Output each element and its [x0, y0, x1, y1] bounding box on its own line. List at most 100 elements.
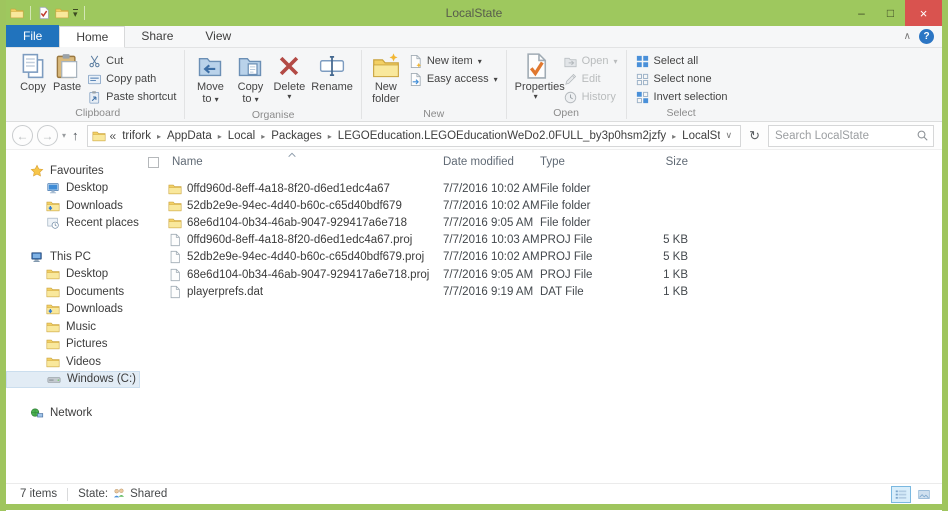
- new-folder-button[interactable]: New folder: [367, 50, 405, 107]
- table-row[interactable]: playerprefs.dat 7/7/2016 9:19 AM DAT Fil…: [140, 283, 942, 300]
- select-none-button[interactable]: Select none: [632, 70, 731, 88]
- tab-file[interactable]: File: [6, 25, 59, 47]
- sidebar-item[interactable]: Music: [6, 318, 140, 336]
- tab-home[interactable]: Home: [59, 26, 125, 48]
- forward-button[interactable]: →: [37, 125, 58, 146]
- sidebar-item-icon: [46, 267, 60, 281]
- column-header-name[interactable]: Name: [159, 156, 443, 168]
- maximize-button[interactable]: □: [876, 0, 905, 26]
- item-count: 7 items: [20, 488, 57, 500]
- file-size: 5 KB: [642, 234, 688, 246]
- sidebar-item[interactable]: Desktop: [6, 266, 140, 284]
- delete-button[interactable]: Delete ▾: [270, 50, 308, 102]
- large-icons-view-button[interactable]: [914, 486, 934, 503]
- dropdown-arrow-icon: ▾: [478, 57, 482, 66]
- column-header-size[interactable]: Size: [642, 156, 688, 168]
- new-folder-shortcut-icon[interactable]: [55, 6, 69, 20]
- copy-button[interactable]: Copy: [16, 50, 50, 95]
- back-button[interactable]: ←: [12, 125, 33, 146]
- ribbon-divider: [184, 50, 185, 119]
- edit-button: Edit: [560, 70, 621, 88]
- sidebar-item-icon: [46, 199, 60, 213]
- table-row[interactable]: 68e6d104-0b34-46ab-9047-929417a6e718.pro…: [140, 266, 942, 283]
- sidebar-item[interactable]: Desktop: [6, 180, 140, 198]
- move-to-button[interactable]: Move to ▾: [190, 50, 230, 108]
- refresh-icon[interactable]: ↻: [749, 128, 760, 144]
- sidebar-item[interactable]: Downloads: [6, 197, 140, 215]
- cut-button[interactable]: Cut: [84, 52, 179, 70]
- sidebar-item[interactable]: Pictures: [6, 336, 140, 354]
- breadcrumb-segment[interactable]: LEGOEducation.LEGOEducationWeDo2.0FULL_b…: [336, 130, 680, 142]
- properties-button[interactable]: Properties ▾: [512, 50, 560, 102]
- sidebar-group-this-pc[interactable]: This PC: [6, 248, 140, 266]
- rename-button[interactable]: Rename: [308, 50, 356, 95]
- file-type-icon: [168, 250, 182, 264]
- copy-path-icon: [87, 72, 102, 87]
- minimize-button[interactable]: –: [847, 0, 876, 26]
- status-bar: 7 items State: Shared: [6, 483, 942, 504]
- copy-path-button[interactable]: Copy path: [84, 70, 179, 88]
- paste-shortcut-button[interactable]: Paste shortcut: [84, 88, 179, 106]
- sidebar-item[interactable]: Recent places: [6, 215, 140, 233]
- properties-shortcut-icon[interactable]: [37, 6, 51, 20]
- table-row[interactable]: 0ffd960d-8eff-4a18-8f20-d6ed1edc4a67.pro…: [140, 232, 942, 249]
- network-icon: [30, 406, 44, 420]
- paste-button[interactable]: Paste: [50, 50, 84, 95]
- sidebar-group-network[interactable]: Network: [6, 404, 140, 422]
- breadcrumb-segment[interactable]: Local: [226, 130, 270, 142]
- invert-selection-button[interactable]: Invert selection: [632, 88, 731, 106]
- this-pc-items: Desktop Documents Downloads Musi: [6, 266, 140, 389]
- window-title: LocalState: [6, 6, 942, 20]
- ribbon-group-select: Select all Select none Invert selection …: [628, 48, 735, 121]
- new-item-icon: [408, 54, 423, 69]
- view-switcher: [891, 486, 934, 503]
- sidebar-item-icon: [46, 320, 60, 334]
- column-header-date-modified[interactable]: Date modified: [443, 156, 540, 168]
- file-date-modified: 7/7/2016 10:02 AM: [443, 251, 540, 263]
- sidebar-group-favourites[interactable]: Favourites: [6, 162, 140, 180]
- breadcrumb-segment[interactable]: Packages: [269, 130, 336, 142]
- sidebar-item-icon: [46, 285, 60, 299]
- new-item-button[interactable]: New item ▾: [405, 52, 501, 70]
- search-icon[interactable]: [916, 129, 929, 142]
- sidebar-item-icon: [46, 181, 60, 195]
- sidebar-item[interactable]: Videos: [6, 353, 140, 371]
- file-name: 0ffd960d-8eff-4a18-8f20-d6ed1edc4a67.pro…: [187, 234, 412, 246]
- close-button[interactable]: ×: [905, 0, 942, 26]
- breadcrumb-segment[interactable]: AppData: [165, 130, 226, 142]
- copy-to-button[interactable]: Copy to ▾: [230, 50, 270, 108]
- column-header-type[interactable]: Type: [540, 156, 642, 168]
- breadcrumb-segment[interactable]: LocalState: [680, 130, 719, 142]
- recent-locations-icon[interactable]: ▾: [62, 131, 66, 140]
- select-all-button[interactable]: Select all: [632, 52, 731, 70]
- collapse-ribbon-icon[interactable]: ∧: [904, 31, 911, 42]
- column-headers: Name Date modified Type Size: [140, 152, 942, 172]
- file-name: 52db2e9e-94ec-4d40-b60c-c65d40bdf679: [187, 200, 402, 212]
- table-row[interactable]: 0ffd960d-8eff-4a18-8f20-d6ed1edc4a67 7/7…: [140, 180, 942, 197]
- table-row[interactable]: 52db2e9e-94ec-4d40-b60c-c65d40bdf679.pro…: [140, 249, 942, 266]
- sidebar-item[interactable]: Downloads: [6, 301, 140, 319]
- sidebar-item-icon: [46, 355, 60, 369]
- state-value: Shared: [130, 488, 167, 500]
- search-input[interactable]: [775, 130, 916, 142]
- easy-access-button[interactable]: Easy access ▾: [405, 70, 501, 88]
- sidebar-item[interactable]: Windows (C:): [6, 371, 140, 389]
- select-none-icon: [635, 72, 650, 87]
- breadcrumb-segment[interactable]: trifork: [120, 130, 165, 142]
- address-bar[interactable]: « trifork AppData Local Packages LEGOEdu…: [87, 125, 742, 147]
- up-button[interactable]: ↑: [72, 128, 79, 143]
- table-row[interactable]: 52db2e9e-94ec-4d40-b60c-c65d40bdf679 7/7…: [140, 197, 942, 214]
- customize-qat-icon[interactable]: ▾: [73, 9, 78, 18]
- file-name: 68e6d104-0b34-46ab-9047-929417a6e718.pro…: [187, 269, 429, 281]
- details-view-button[interactable]: [891, 486, 911, 503]
- tab-share[interactable]: Share: [125, 25, 189, 47]
- table-row[interactable]: 68e6d104-0b34-46ab-9047-929417a6e718 7/7…: [140, 214, 942, 231]
- breadcrumb-overflow-icon[interactable]: «: [110, 129, 117, 143]
- sidebar-item[interactable]: Documents: [6, 283, 140, 301]
- address-dropdown-icon[interactable]: ∨: [720, 130, 739, 141]
- ribbon-group-clipboard: Copy Paste Cut Copy path: [12, 48, 183, 121]
- history-button: History: [560, 88, 621, 106]
- help-icon[interactable]: ?: [919, 29, 934, 44]
- tab-view[interactable]: View: [189, 25, 247, 47]
- select-all-checkbox[interactable]: [148, 157, 159, 168]
